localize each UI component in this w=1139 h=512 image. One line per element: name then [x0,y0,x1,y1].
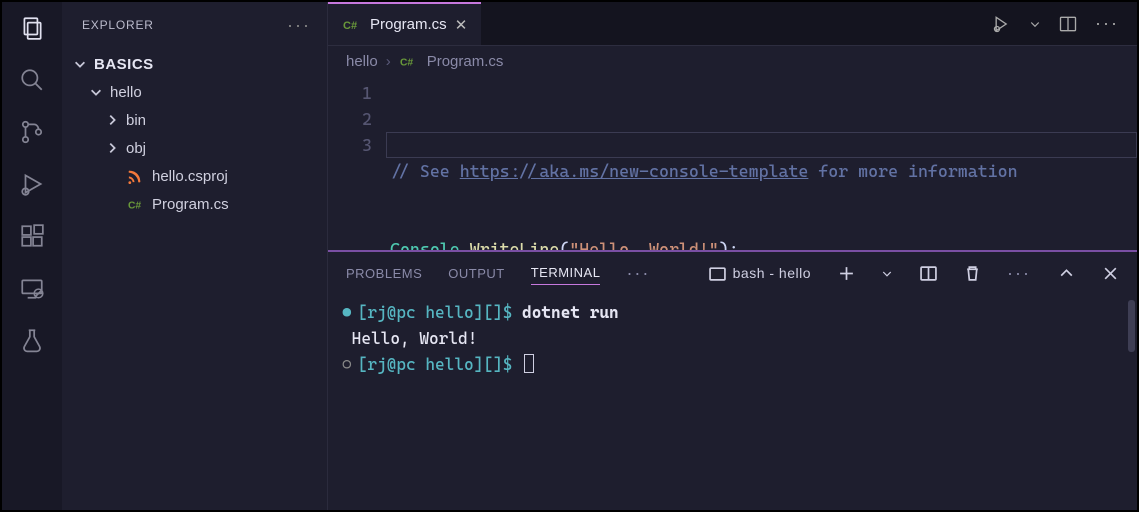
terminal-command: dotnet run [522,303,619,322]
tree-file-label: Program.cs [152,196,229,213]
terminal-title-label: bash - hello [733,265,811,281]
editor-actions: ··· [991,2,1137,45]
tree-folder-label: bin [126,112,146,129]
tree-file-program[interactable]: C# Program.cs [62,190,327,218]
sidebar-title: EXPLORER [82,18,154,32]
prompt-bullet-icon: ○ [342,355,352,374]
panel-tabbar: PROBLEMS OUTPUT TERMINAL ··· bash - hell… [328,252,1137,294]
prompt-bullet-icon: ● [342,303,352,322]
chevron-right-icon [104,112,120,128]
tree-folder-label: obj [126,140,146,157]
terminal-prompt: [rj@pc hello] [358,355,484,374]
breadcrumb-folder[interactable]: hello [346,53,378,70]
terminal-output: Hello, World! [352,329,478,348]
tree-folder-label: hello [110,84,142,101]
current-line-highlight [386,132,1137,158]
code-class: Console [390,239,460,250]
panel-tab-terminal[interactable]: TERMINAL [531,261,601,285]
terminal-scrollbar[interactable] [1128,300,1135,352]
split-editor-icon[interactable] [1057,13,1079,35]
kill-terminal-icon[interactable] [963,264,981,282]
tree-folder-obj[interactable]: obj [62,134,327,162]
editor-tab-label: Program.cs [370,16,447,33]
close-panel-icon[interactable] [1101,264,1119,282]
new-terminal-icon[interactable] [837,264,855,282]
line-number: 1 [328,80,372,106]
line-number: 2 [328,106,372,132]
code-method: WriteLine [470,239,560,250]
panel-more-icon[interactable]: ··· [626,263,650,284]
file-tree: BASICS hello bin obj hello.csproj C# Pro [62,48,327,220]
line-gutter: 1 2 3 [328,76,390,250]
chevron-right-icon [104,140,120,156]
csproj-file-icon [126,168,142,184]
source-control-icon[interactable] [18,118,46,146]
sidebar-more-icon[interactable]: ··· [287,15,311,36]
tree-section[interactable]: BASICS [62,50,327,78]
code-string: "Hello, World!" [569,239,718,250]
code-editor[interactable]: 1 2 3 // See https://aka.ms/new-console-… [328,76,1137,250]
code-comment: for more information [808,161,1017,181]
code-content[interactable]: // See https://aka.ms/new-console-templa… [390,76,1137,250]
activity-bar [2,2,62,510]
extensions-icon[interactable] [18,222,46,250]
tree-folder-root[interactable]: hello [62,78,327,106]
explorer-icon[interactable] [18,14,46,42]
terminal-profile-icon [709,264,727,282]
line-number: 3 [328,132,372,158]
csharp-file-icon: C# [399,53,415,69]
code-comment: // See [390,161,460,181]
remote-icon[interactable] [18,274,46,302]
run-debug-button[interactable] [991,13,1013,35]
tree-folder-bin[interactable]: bin [62,106,327,134]
terminal-prompt: [rj@pc hello] [358,303,484,322]
editor-tabbar: C# Program.cs ✕ ··· [328,2,1137,46]
testing-icon[interactable] [18,326,46,354]
run-debug-icon[interactable] [18,170,46,198]
bottom-panel: PROBLEMS OUTPUT TERMINAL ··· bash - hell… [328,250,1137,510]
sidebar: EXPLORER ··· BASICS hello bin obj hello.… [62,2,327,510]
close-icon[interactable]: ✕ [455,16,468,34]
svg-text:C#: C# [400,57,413,68]
terminal-cursor [524,354,534,373]
code-url[interactable]: https://aka.ms/new-console-template [460,161,809,181]
sidebar-header: EXPLORER ··· [62,2,327,48]
chevron-down-icon [72,56,88,72]
terminal[interactable]: ●[rj@pc hello][]$ dotnet run Hello, Worl… [328,294,1137,510]
csharp-file-icon: C# [342,17,358,33]
chevron-down-icon [88,84,104,100]
svg-text:C#: C# [343,20,357,32]
breadcrumbs[interactable]: hello › C# Program.cs [328,46,1137,76]
panel-tab-output[interactable]: OUTPUT [448,262,504,285]
chevron-down-icon[interactable] [1029,13,1041,35]
maximize-panel-icon[interactable] [1057,264,1075,282]
editor-more-icon[interactable]: ··· [1095,13,1119,34]
main-area: C# Program.cs ✕ ··· hello › C# Program.c… [327,2,1137,510]
tree-file-label: hello.csproj [152,168,228,185]
csharp-file-icon: C# [126,196,142,212]
tree-section-label: BASICS [94,56,154,73]
split-terminal-icon[interactable] [919,264,937,282]
search-icon[interactable] [18,66,46,94]
editor-tab[interactable]: C# Program.cs ✕ [328,2,481,45]
terminal-more-icon[interactable]: ··· [1007,263,1031,284]
chevron-down-icon[interactable] [881,264,893,282]
tree-file-csproj[interactable]: hello.csproj [62,162,327,190]
breadcrumb-file[interactable]: Program.cs [427,53,504,70]
terminal-selector[interactable]: bash - hello [709,264,811,282]
svg-text:C#: C# [127,200,140,211]
breadcrumb-separator: › [386,53,391,70]
panel-tab-problems[interactable]: PROBLEMS [346,262,422,285]
